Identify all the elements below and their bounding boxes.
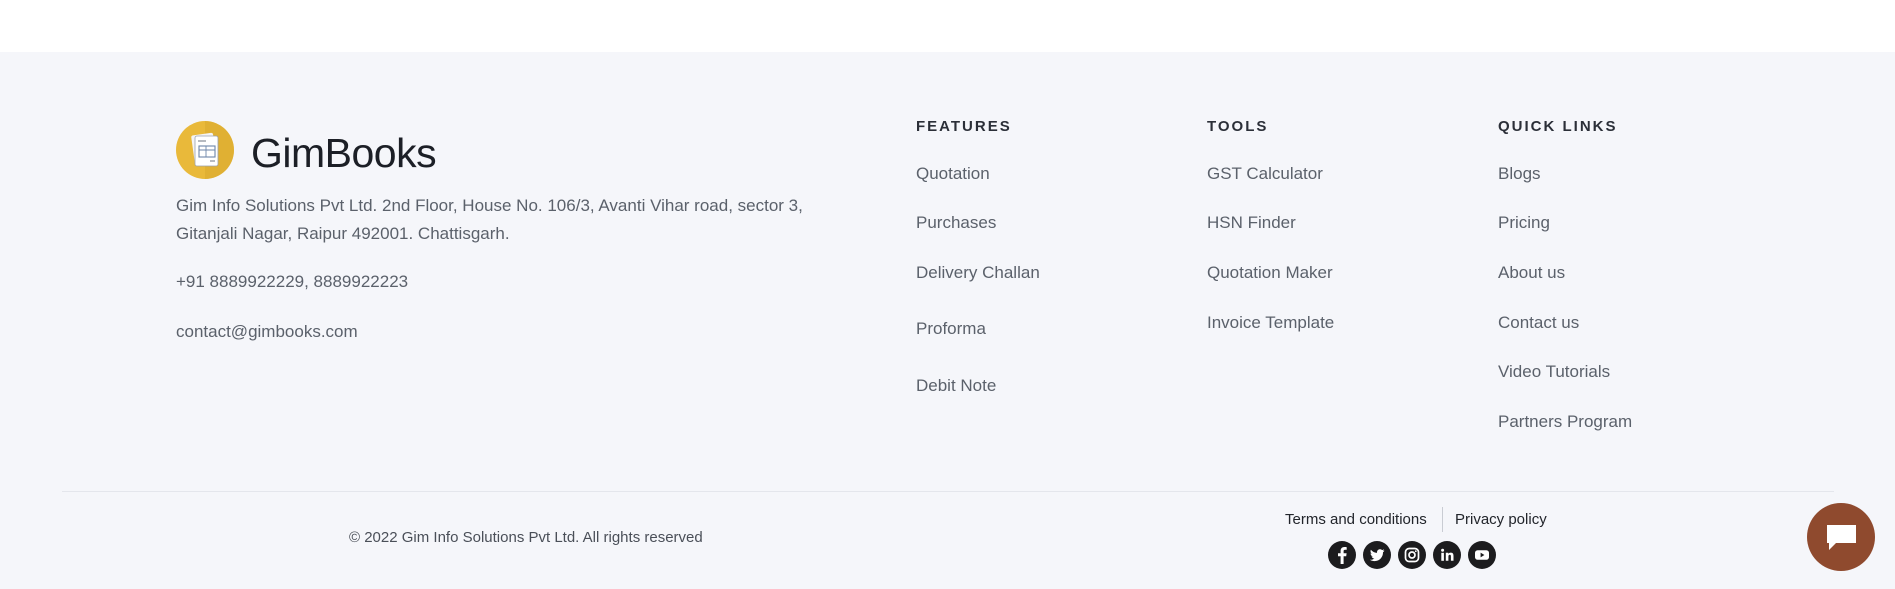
copyright-text: © 2022 Gim Info Solutions Pvt Ltd. All r… <box>349 529 703 546</box>
quick-link-blogs[interactable]: Blogs <box>1498 162 1541 186</box>
features-link-quotation[interactable]: Quotation <box>916 162 990 186</box>
quick-link-partners-program[interactable]: Partners Program <box>1498 410 1632 434</box>
features-link-proforma[interactable]: Proforma <box>916 317 986 341</box>
tools-link-quotation-maker[interactable]: Quotation Maker <box>1207 261 1333 285</box>
company-phone[interactable]: +91 8889922229, 8889922223 <box>176 270 408 294</box>
brand-name: GimBooks <box>251 130 437 176</box>
facebook-icon[interactable] <box>1328 541 1356 569</box>
twitter-icon[interactable] <box>1363 541 1391 569</box>
quick-link-pricing[interactable]: Pricing <box>1498 211 1550 235</box>
youtube-icon[interactable] <box>1468 541 1496 569</box>
company-address: Gim Info Solutions Pvt Ltd. 2nd Floor, H… <box>176 196 803 243</box>
terms-link[interactable]: Terms and conditions <box>1285 509 1427 531</box>
tools-heading: TOOLS <box>1207 118 1269 135</box>
tools-link-gst-calculator[interactable]: GST Calculator <box>1207 162 1323 186</box>
tools-link-hsn-finder[interactable]: HSN Finder <box>1207 211 1296 235</box>
quick-link-video-tutorials[interactable]: Video Tutorials <box>1498 360 1610 384</box>
company-email[interactable]: contact@gimbooks.com <box>176 320 358 344</box>
gimbooks-logo[interactable] <box>176 121 234 179</box>
tools-link-invoice-template[interactable]: Invoice Template <box>1207 311 1334 335</box>
features-heading: FEATURES <box>916 118 1012 135</box>
quick-links-heading: QUICK LINKS <box>1498 118 1618 135</box>
footer-divider <box>62 491 1834 492</box>
quick-link-contact-us[interactable]: Contact us <box>1498 311 1579 335</box>
chat-button[interactable] <box>1807 503 1875 571</box>
privacy-link[interactable]: Privacy policy <box>1455 509 1547 531</box>
features-link-delivery-challan[interactable]: Delivery Challan <box>916 261 1040 285</box>
features-link-debit-note[interactable]: Debit Note <box>916 374 996 398</box>
features-link-purchases[interactable]: Purchases <box>916 211 996 235</box>
legal-separator <box>1442 507 1443 532</box>
instagram-icon[interactable] <box>1398 541 1426 569</box>
chat-bubble-icon <box>1827 525 1856 550</box>
invoice-document-icon <box>191 121 234 179</box>
quick-link-about-us[interactable]: About us <box>1498 261 1565 285</box>
linkedin-icon[interactable] <box>1433 541 1461 569</box>
